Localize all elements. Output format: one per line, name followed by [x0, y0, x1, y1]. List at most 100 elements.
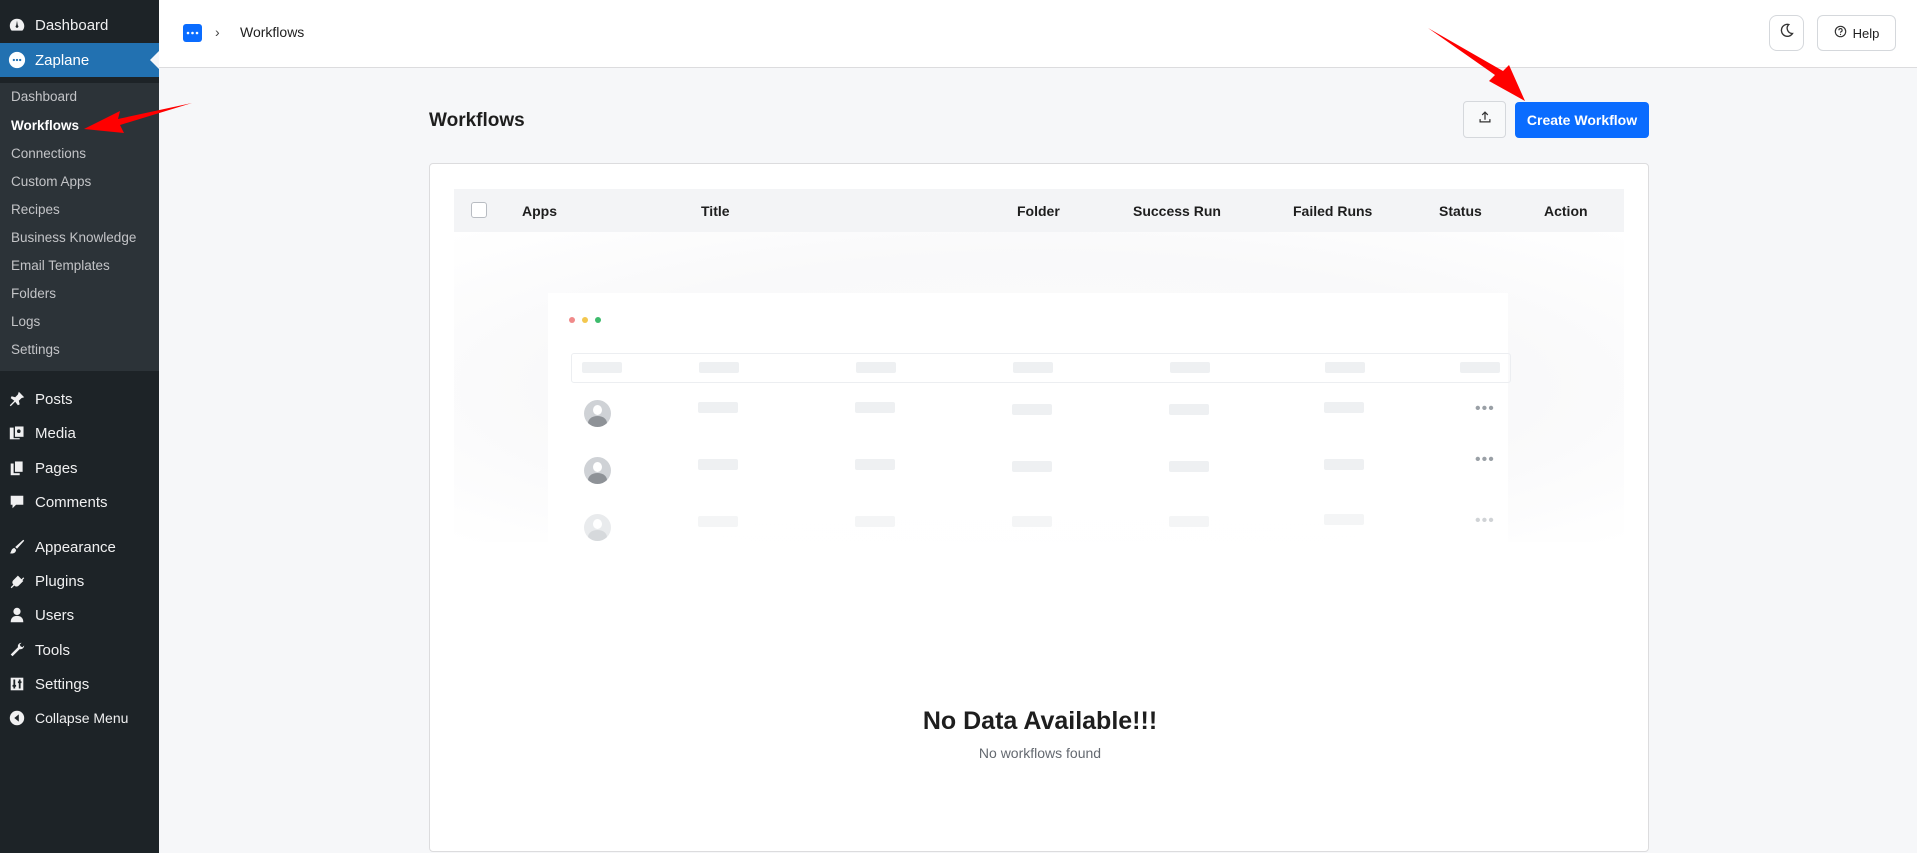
submenu-item-business-knowledge[interactable]: Business Knowledge: [11, 230, 136, 245]
sidebar-item-dashboard[interactable]: Dashboard: [0, 8, 159, 42]
column-header-success-run[interactable]: Success Run: [1133, 203, 1221, 219]
more-options-icon: •••: [1475, 512, 1495, 529]
help-button[interactable]: Help: [1817, 15, 1896, 51]
theme-toggle-button[interactable]: [1769, 15, 1804, 51]
plug-icon: [7, 571, 27, 591]
sidebar-item-label: Posts: [35, 390, 73, 408]
create-workflow-button[interactable]: Create Workflow: [1515, 102, 1649, 138]
avatar-icon: [584, 457, 611, 484]
wrench-icon: [7, 640, 27, 660]
top-bar: › Workflows Help: [159, 0, 1917, 68]
comment-icon: [7, 492, 27, 512]
sidebar-item-plugins[interactable]: Plugins: [0, 564, 159, 598]
sidebar-item-label: Collapse Menu: [35, 710, 129, 726]
table-header: Apps Title Folder Success Run Failed Run…: [454, 189, 1624, 232]
placeholder-bar: [1170, 362, 1210, 373]
sidebar-item-posts[interactable]: Posts: [0, 382, 159, 416]
placeholder-bar: [1169, 404, 1209, 415]
more-options-icon: •••: [1475, 400, 1495, 417]
breadcrumb-separator-icon: ›: [215, 24, 220, 40]
zaplane-icon: [7, 50, 27, 70]
pin-icon: [7, 389, 27, 409]
placeholder-bar: [698, 516, 738, 527]
sidebar-item-users[interactable]: Users: [0, 598, 159, 632]
window-dot-green-icon: [595, 317, 601, 323]
sidebar-item-tools[interactable]: Tools: [0, 633, 159, 667]
media-icon: [7, 423, 27, 443]
help-label: Help: [1852, 25, 1880, 41]
user-icon: [7, 605, 27, 625]
pages-icon: [7, 458, 27, 478]
dashboard-icon: [7, 15, 27, 35]
placeholder-bar: [1460, 362, 1500, 373]
sidebar-item-label: Media: [35, 424, 76, 442]
export-button[interactable]: [1463, 101, 1506, 138]
placeholder-bar: [855, 459, 895, 470]
window-dot-red-icon: [569, 317, 575, 323]
sidebar-item-label: Plugins: [35, 572, 85, 590]
placeholder-bar: [1013, 362, 1053, 373]
submenu-item-custom-apps[interactable]: Custom Apps: [11, 174, 91, 189]
placeholder-bar: [855, 516, 895, 527]
column-header-action[interactable]: Action: [1544, 203, 1588, 219]
page-title: Workflows: [429, 110, 525, 131]
placeholder-bar: [699, 362, 739, 373]
workflows-table-card: Apps Title Folder Success Run Failed Run…: [429, 163, 1649, 852]
submenu-item-settings[interactable]: Settings: [11, 342, 60, 357]
sidebar-item-label: Settings: [35, 675, 90, 693]
sidebar-item-pages[interactable]: Pages: [0, 451, 159, 485]
sidebar-item-label: Appearance: [35, 538, 116, 556]
submenu-item-connections[interactable]: Connections: [11, 146, 86, 161]
sidebar-item-appearance[interactable]: Appearance: [0, 530, 159, 564]
sidebar-item-settings[interactable]: Settings: [0, 667, 159, 701]
placeholder-bar: [1324, 514, 1364, 525]
sidebar-item-label: Pages: [35, 459, 78, 477]
sidebar-item-comments[interactable]: Comments: [0, 485, 159, 519]
zaplane-logo-icon[interactable]: [183, 24, 202, 42]
moon-icon: [1779, 23, 1794, 43]
placeholder-bar: [1324, 402, 1364, 413]
more-options-icon: •••: [1475, 451, 1495, 468]
window-dot-yellow-icon: [582, 317, 588, 323]
empty-state-subtitle: No workflows found: [978, 745, 1102, 761]
sidebar-item-zaplane[interactable]: Zaplane: [0, 43, 159, 77]
placeholder-bar: [698, 459, 738, 470]
question-circle-icon: [1834, 25, 1847, 41]
sidebar-item-label: Dashboard: [35, 16, 109, 34]
placeholder-bar: [1169, 461, 1209, 472]
column-header-title[interactable]: Title: [701, 203, 730, 219]
column-header-apps[interactable]: Apps: [522, 203, 557, 219]
sidebar-item-label: Tools: [35, 641, 71, 659]
placeholder-bar: [1012, 516, 1052, 527]
submenu-item-folders[interactable]: Folders: [11, 286, 56, 301]
illustration-header-row: [571, 353, 1511, 383]
column-header-folder[interactable]: Folder: [1017, 203, 1060, 219]
sidebar-item-label: Zaplane: [35, 51, 90, 69]
placeholder-bar: [1012, 461, 1052, 472]
placeholder-bar: [582, 362, 622, 373]
avatar-icon: [584, 400, 611, 427]
select-all-checkbox[interactable]: [471, 202, 487, 218]
sidebar-item-label: Comments: [35, 493, 108, 511]
submenu-item-recipes[interactable]: Recipes: [11, 202, 60, 217]
submenu-item-dashboard[interactable]: Dashboard: [11, 89, 77, 104]
annotation-arrow-icon: [84, 103, 192, 133]
collapse-menu-button[interactable]: Collapse Menu: [0, 701, 159, 735]
placeholder-bar: [855, 402, 895, 413]
sidebar-item-media[interactable]: Media: [0, 416, 159, 450]
placeholder-bar: [1169, 516, 1209, 527]
annotation-arrow-icon: [1428, 28, 1525, 101]
submenu-item-logs[interactable]: Logs: [11, 314, 40, 329]
placeholder-bar: [698, 402, 738, 413]
column-header-failed-runs[interactable]: Failed Runs: [1293, 203, 1372, 219]
submenu-item-workflows[interactable]: Workflows: [11, 118, 79, 133]
column-header-status[interactable]: Status: [1439, 203, 1482, 219]
placeholder-bar: [1012, 404, 1052, 415]
submenu-item-email-templates[interactable]: Email Templates: [11, 258, 110, 273]
paintbrush-icon: [7, 537, 27, 557]
upload-icon: [1478, 110, 1492, 129]
collapse-icon: [7, 708, 27, 728]
placeholder-bar: [856, 362, 896, 373]
empty-state-title: No Data Available!!!: [922, 707, 1158, 735]
avatar-icon: [584, 514, 611, 541]
